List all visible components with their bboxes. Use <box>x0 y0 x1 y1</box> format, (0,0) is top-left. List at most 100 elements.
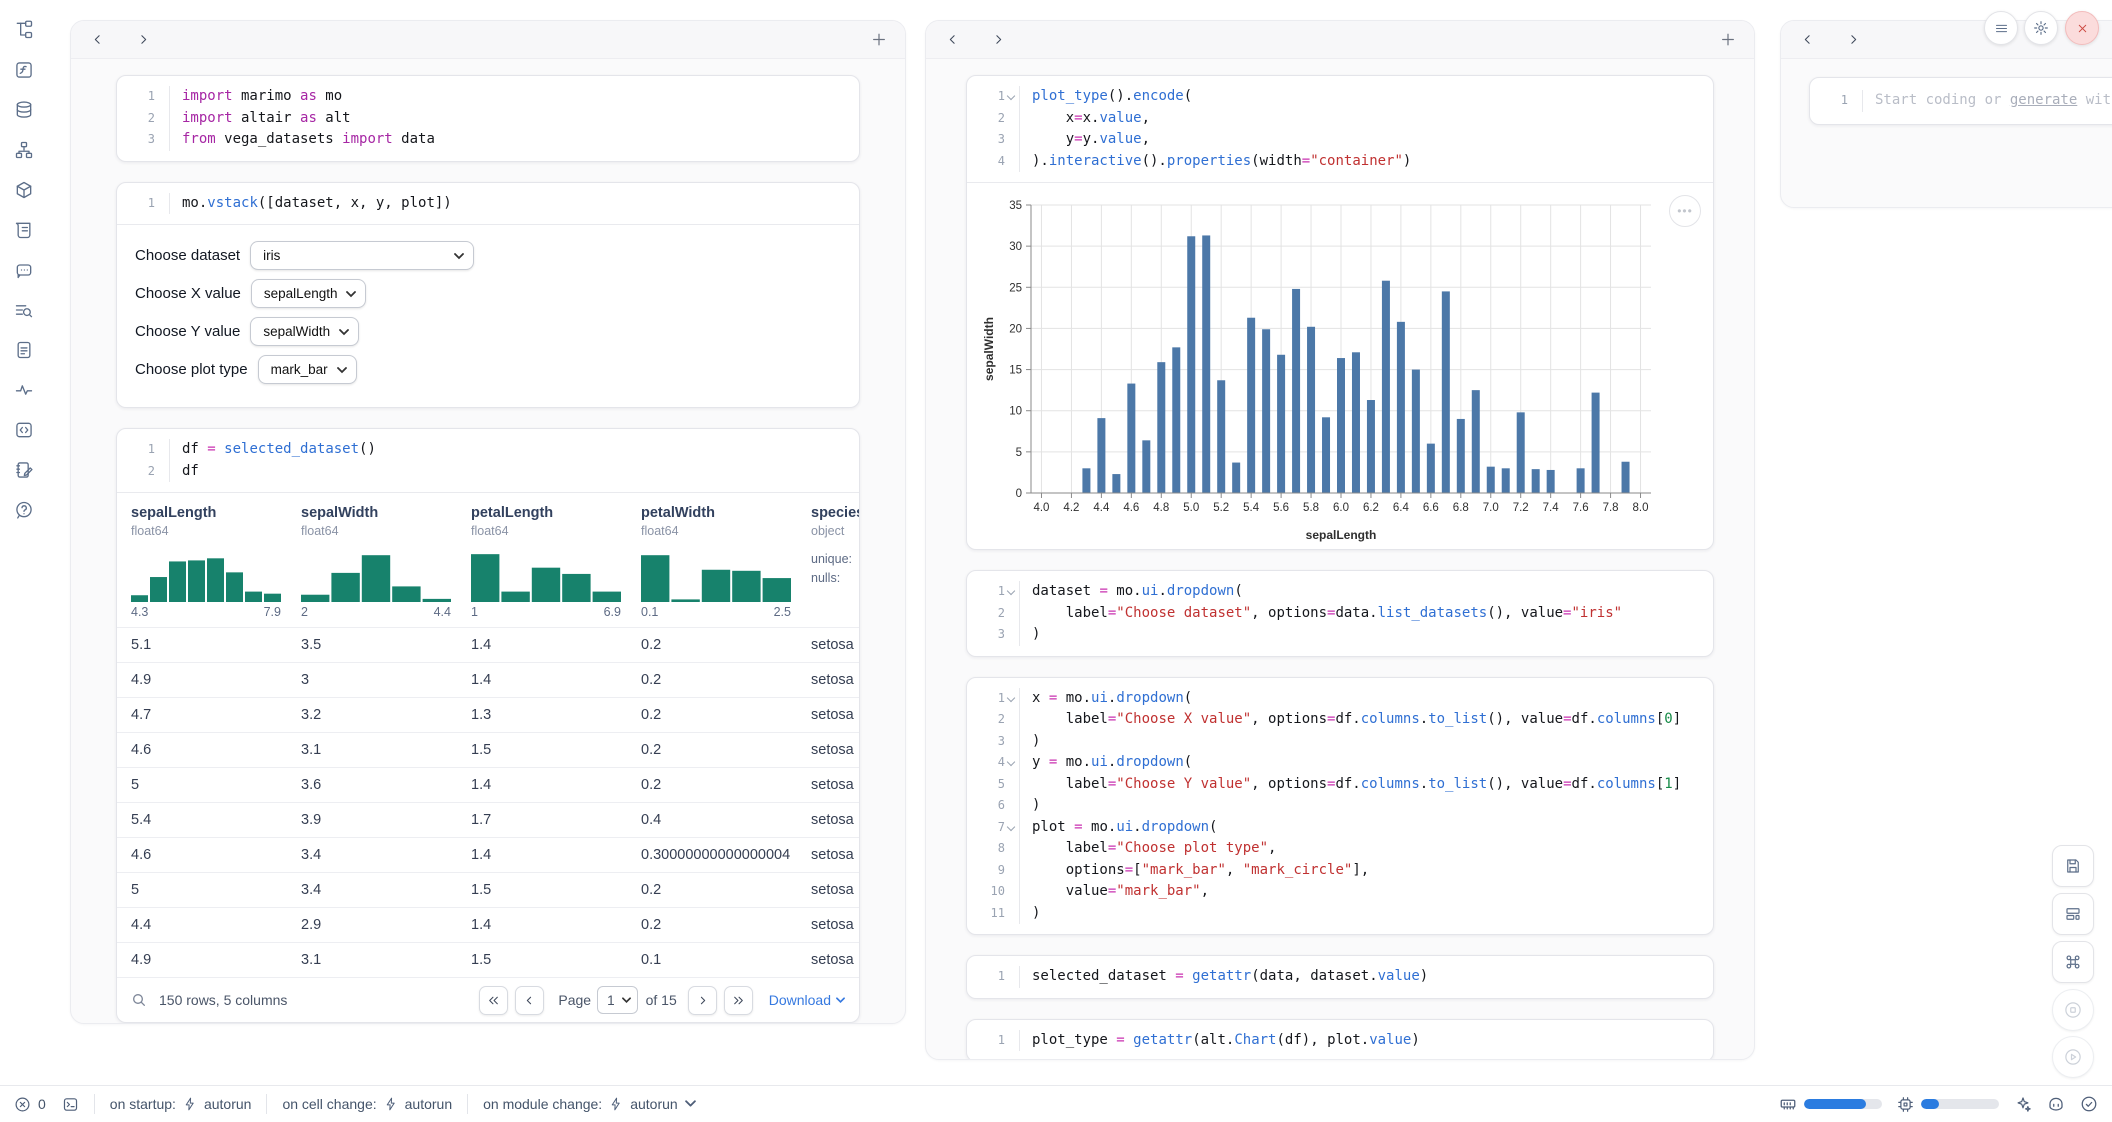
code-editor[interactable]: 1x = mo.ui.dropdown(2 label="Choose X va… <box>967 678 1713 935</box>
cell-dataset-dropdown: 1dataset = mo.ui.dropdown(2 label="Choos… <box>966 570 1714 657</box>
code-editor[interactable]: 1selected_dataset = getattr(data, datase… <box>967 956 1713 998</box>
dropdown-x[interactable]: sepalLength <box>251 279 367 308</box>
search-icon[interactable] <box>131 992 147 1008</box>
layout-button[interactable] <box>2052 893 2094 935</box>
script-icon[interactable] <box>14 220 34 240</box>
file-tree-icon[interactable] <box>14 20 34 40</box>
error-count[interactable]: 0 <box>14 1096 46 1113</box>
svg-text:4.0: 4.0 <box>1033 502 1049 514</box>
table-cell: 2.9 <box>301 917 471 933</box>
activity-icon[interactable] <box>14 380 34 400</box>
column-header-sepalLength[interactable]: sepalLengthfloat644.37.9 <box>131 505 301 627</box>
svg-text:6.2: 6.2 <box>1363 502 1379 514</box>
svg-text:4.4: 4.4 <box>1093 502 1110 514</box>
table-cell: 1.4 <box>471 672 641 688</box>
on-startup-setting[interactable]: on startup: autorun <box>110 1096 252 1112</box>
page-total: of 15 <box>646 992 677 1008</box>
prev-cell-icon[interactable] <box>944 32 960 48</box>
column-header-petalWidth[interactable]: petalWidthfloat640.12.5 <box>641 505 811 627</box>
code-editor[interactable]: 1plot_type().encode(2 x=x.value,3 y=y.va… <box>967 76 1713 182</box>
code-line: 9 options=["mark_bar", "mark_circle"], <box>981 860 1699 882</box>
table-cell: 5.4 <box>131 812 301 828</box>
table-cell: 3.4 <box>301 847 471 863</box>
database-icon[interactable] <box>14 100 34 120</box>
cpu-icon <box>1897 1096 1914 1113</box>
dropdown-dataset[interactable]: iris <box>250 241 474 270</box>
sitemap-icon[interactable] <box>14 140 34 160</box>
code-editor[interactable]: 1dataset = mo.ui.dropdown(2 label="Choos… <box>967 571 1713 656</box>
last-page-button[interactable] <box>724 986 753 1015</box>
prev-cell-icon[interactable] <box>89 32 105 48</box>
dataframe-output: sepalLengthfloat644.37.9sepalWidthfloat6… <box>117 492 859 1022</box>
next-cell-icon[interactable] <box>1845 32 1861 48</box>
stop-button[interactable] <box>2052 989 2094 1031</box>
first-page-button[interactable] <box>479 986 508 1015</box>
table-cell: 1.5 <box>471 742 641 758</box>
next-cell-icon[interactable] <box>990 32 1006 48</box>
table-cell: setosa <box>811 812 859 828</box>
next-page-button[interactable] <box>688 986 717 1015</box>
fold-icon[interactable] <box>1005 752 1018 774</box>
column-left-header <box>71 21 905 59</box>
chart-actions-button[interactable]: ••• <box>1669 195 1701 227</box>
fold-icon[interactable] <box>1005 86 1018 108</box>
table-cell: 4.7 <box>131 707 301 723</box>
code-line: 7plot = mo.ui.dropdown( <box>981 817 1699 839</box>
fold-icon[interactable] <box>1005 581 1018 603</box>
column-header-species[interactable]: speciesobjectunique:nulls: <box>811 505 859 627</box>
next-cell-icon[interactable] <box>135 32 151 48</box>
ai-sparkle-button[interactable] <box>2014 1095 2032 1113</box>
connection-status-button[interactable] <box>2080 1095 2098 1113</box>
column-header-petalLength[interactable]: petalLengthfloat6416.9 <box>471 505 641 627</box>
run-button[interactable] <box>2052 1036 2094 1078</box>
code-snippet-icon[interactable] <box>14 420 34 440</box>
download-button[interactable]: Download <box>769 992 845 1008</box>
code-editor[interactable]: 1import marimo as mo2import altair as al… <box>117 76 859 161</box>
svg-text:5: 5 <box>1016 447 1022 459</box>
svg-text:15: 15 <box>1009 365 1022 377</box>
help-icon[interactable] <box>14 500 34 520</box>
package-icon[interactable] <box>14 180 34 200</box>
column-middle-header <box>926 21 1754 59</box>
column-right-header <box>1781 21 2112 59</box>
dropdown-plot[interactable]: mark_bar <box>258 355 357 384</box>
table-cell: 0.2 <box>641 917 811 933</box>
column-left: 1import marimo as mo2import altair as al… <box>70 20 906 1024</box>
chat-bot-icon[interactable] <box>14 260 34 280</box>
settings-button[interactable] <box>2024 11 2058 45</box>
fold-icon[interactable] <box>1005 817 1018 839</box>
chevron-down-icon <box>346 291 356 298</box>
code-editor[interactable]: 1df = selected_dataset()2df <box>117 429 859 492</box>
code-editor[interactable]: 1mo.vstack([dataset, x, y, plot]) <box>117 183 859 225</box>
svg-text:25: 25 <box>1009 282 1022 294</box>
column-header-sepalWidth[interactable]: sepalWidthfloat6424.4 <box>301 505 471 627</box>
search-list-icon[interactable] <box>14 300 34 320</box>
prev-page-button[interactable] <box>515 986 544 1015</box>
terminal-button[interactable] <box>62 1096 79 1113</box>
document-icon[interactable] <box>14 340 34 360</box>
close-button[interactable] <box>2065 11 2099 45</box>
function-icon[interactable] <box>14 60 34 80</box>
column-middle: 1plot_type().encode(2 x=x.value,3 y=y.va… <box>925 20 1755 1060</box>
table-cell: setosa <box>811 917 859 933</box>
fold-icon[interactable] <box>1005 688 1018 710</box>
code-editor[interactable]: 1plot_type = getattr(alt.Chart(df), plot… <box>967 1020 1713 1061</box>
menu-button[interactable] <box>1984 11 2018 45</box>
svg-text:4.6: 4.6 <box>1123 502 1139 514</box>
keyboard-shortcuts-button[interactable] <box>2052 941 2094 983</box>
table-cell: 4.9 <box>131 672 301 688</box>
code-line: 1mo.vstack([dataset, x, y, plot]) <box>131 193 845 215</box>
add-cell-button[interactable] <box>871 32 887 48</box>
ram-progress-bar <box>1804 1099 1882 1109</box>
on-module-change-setting[interactable]: on module change: autorun <box>483 1096 696 1112</box>
copilot-button[interactable] <box>2047 1095 2065 1113</box>
on-cell-change-setting[interactable]: on cell change: autorun <box>282 1096 452 1112</box>
prev-cell-icon[interactable] <box>1799 32 1815 48</box>
code-editor-placeholder[interactable]: 1Start coding or generate with <box>1810 78 2112 124</box>
save-button[interactable] <box>2052 845 2094 887</box>
scratchpad-icon[interactable] <box>14 460 34 480</box>
dropdown-y[interactable]: sepalWidth <box>250 317 359 346</box>
cell-plot-type: 1plot_type = getattr(alt.Chart(df), plot… <box>966 1019 1714 1061</box>
page-select[interactable]: 1 <box>597 986 638 1014</box>
add-cell-button[interactable] <box>1720 32 1736 48</box>
